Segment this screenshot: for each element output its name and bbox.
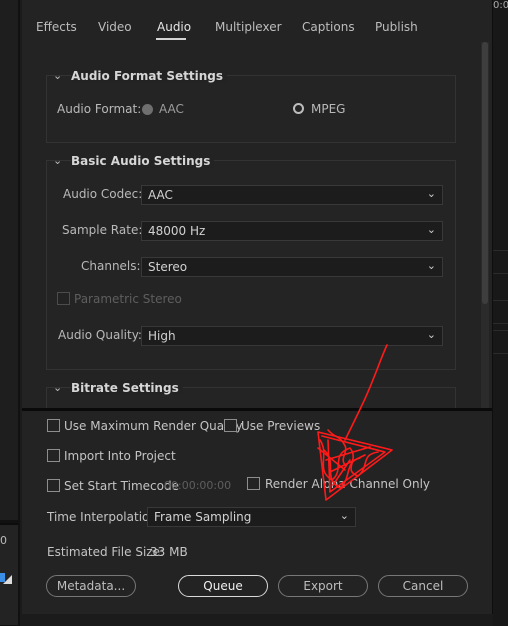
chevron-down-icon[interactable]: ⌄	[53, 154, 62, 167]
tab-effects[interactable]: Effects	[36, 20, 77, 34]
export-settings-dialog: Effects Video Audio Multiplexer Captions…	[22, 0, 493, 614]
chevron-down-icon: ⌄	[426, 328, 436, 341]
right-panel-timecode: 0:0	[493, 0, 508, 11]
audio-quality-select[interactable]: High ⌄	[141, 326, 443, 346]
audio-codec-select[interactable]: AAC ⌄	[141, 185, 443, 205]
panel-divider	[22, 408, 492, 411]
chevron-down-icon: ⌄	[426, 187, 436, 200]
radio-aac-label: AAC	[159, 102, 184, 116]
parametric-stereo-label: Parametric Stereo	[74, 292, 182, 306]
estimated-file-size-value: 33 MB	[150, 545, 188, 559]
settings-scrollbar[interactable]	[481, 42, 489, 408]
import-into-project-checkbox[interactable]	[47, 449, 60, 462]
channels-value: Stereo	[148, 260, 188, 274]
audio-format-label: Audio Format:	[57, 102, 142, 116]
tab-captions[interactable]: Captions	[302, 20, 355, 34]
radio-mpeg[interactable]	[293, 103, 304, 114]
import-into-project-label: Import Into Project	[64, 449, 176, 463]
audio-format-title: Audio Format Settings	[71, 69, 227, 83]
audio-quality-label: Audio Quality:	[58, 328, 142, 342]
tab-audio[interactable]: Audio	[157, 20, 191, 34]
time-interpolation-value: Frame Sampling	[154, 510, 252, 524]
start-timecode-value[interactable]: 00:00:00:00	[164, 479, 231, 492]
active-tab-indicator	[156, 38, 186, 40]
left-panel-upper	[0, 0, 18, 520]
render-alpha-checkbox[interactable]	[247, 477, 260, 490]
metadata-button[interactable]: Metadata...	[46, 575, 136, 597]
channels-select[interactable]: Stereo ⌄	[141, 257, 443, 277]
bitrate-title: Bitrate Settings	[71, 381, 183, 395]
basic-audio-section: ⌄ Basic Audio Settings Audio Codec: AAC …	[46, 154, 456, 370]
cancel-button[interactable]: Cancel	[378, 575, 468, 597]
max-render-quality-label: Use Maximum Render Quality	[64, 419, 243, 433]
right-panel-edge: 0:0	[493, 0, 508, 626]
queue-button[interactable]: Queue	[178, 575, 268, 597]
sample-rate-value: 48000 Hz	[148, 224, 206, 238]
bitrate-section: ⌄ Bitrate Settings	[46, 381, 456, 408]
audio-codec-value: AAC	[148, 188, 173, 202]
chevron-down-icon: ⌄	[339, 509, 349, 522]
time-interpolation-label: Time Interpolation:	[47, 510, 162, 524]
use-previews-label: Use Previews	[241, 419, 321, 433]
max-render-quality-checkbox[interactable]	[47, 419, 60, 432]
track-row	[493, 250, 508, 274]
track-row	[493, 300, 508, 324]
parametric-stereo-checkbox[interactable]	[57, 292, 70, 305]
chevron-down-icon: ⌄	[426, 223, 436, 236]
audio-codec-label: Audio Codec:	[63, 187, 143, 201]
tab-video[interactable]: Video	[98, 20, 132, 34]
channels-label: Channels:	[81, 259, 141, 273]
export-button[interactable]: Export	[278, 575, 368, 597]
use-previews-checkbox[interactable]	[224, 419, 237, 432]
radio-mpeg-label: MPEG	[311, 102, 346, 116]
render-alpha-label: Render Alpha Channel Only	[265, 477, 431, 491]
basic-audio-title: Basic Audio Settings	[71, 154, 215, 168]
tab-publish[interactable]: Publish	[375, 20, 418, 34]
left-panel-value: 0	[0, 534, 7, 547]
track-row	[493, 330, 508, 354]
left-panel-edge: 0	[0, 0, 20, 626]
set-start-timecode-checkbox[interactable]	[47, 479, 60, 492]
estimated-file-size-label: Estimated File Size:	[47, 545, 165, 559]
scrollbar-thumb[interactable]	[482, 42, 488, 304]
chevron-down-icon[interactable]: ⌄	[53, 69, 62, 82]
time-interpolation-select[interactable]: Frame Sampling ⌄	[147, 507, 356, 527]
audio-settings-panel: ⌄ Audio Format Settings Audio Format: AA…	[22, 42, 492, 408]
sample-rate-label: Sample Rate:	[62, 223, 143, 237]
radio-aac[interactable]	[142, 104, 153, 115]
settings-tabs: Effects Video Audio Multiplexer Captions…	[22, 0, 492, 42]
set-start-timecode-label: Set Start Timecode	[64, 479, 179, 493]
resize-corner-icon[interactable]	[3, 575, 12, 584]
audio-quality-value: High	[148, 329, 176, 343]
audio-format-section: ⌄ Audio Format Settings Audio Format: AA…	[46, 69, 456, 143]
chevron-down-icon: ⌄	[426, 259, 436, 272]
chevron-down-icon[interactable]: ⌄	[53, 381, 62, 394]
tab-multiplexer[interactable]: Multiplexer	[215, 20, 282, 34]
sample-rate-select[interactable]: 48000 Hz ⌄	[141, 221, 443, 241]
